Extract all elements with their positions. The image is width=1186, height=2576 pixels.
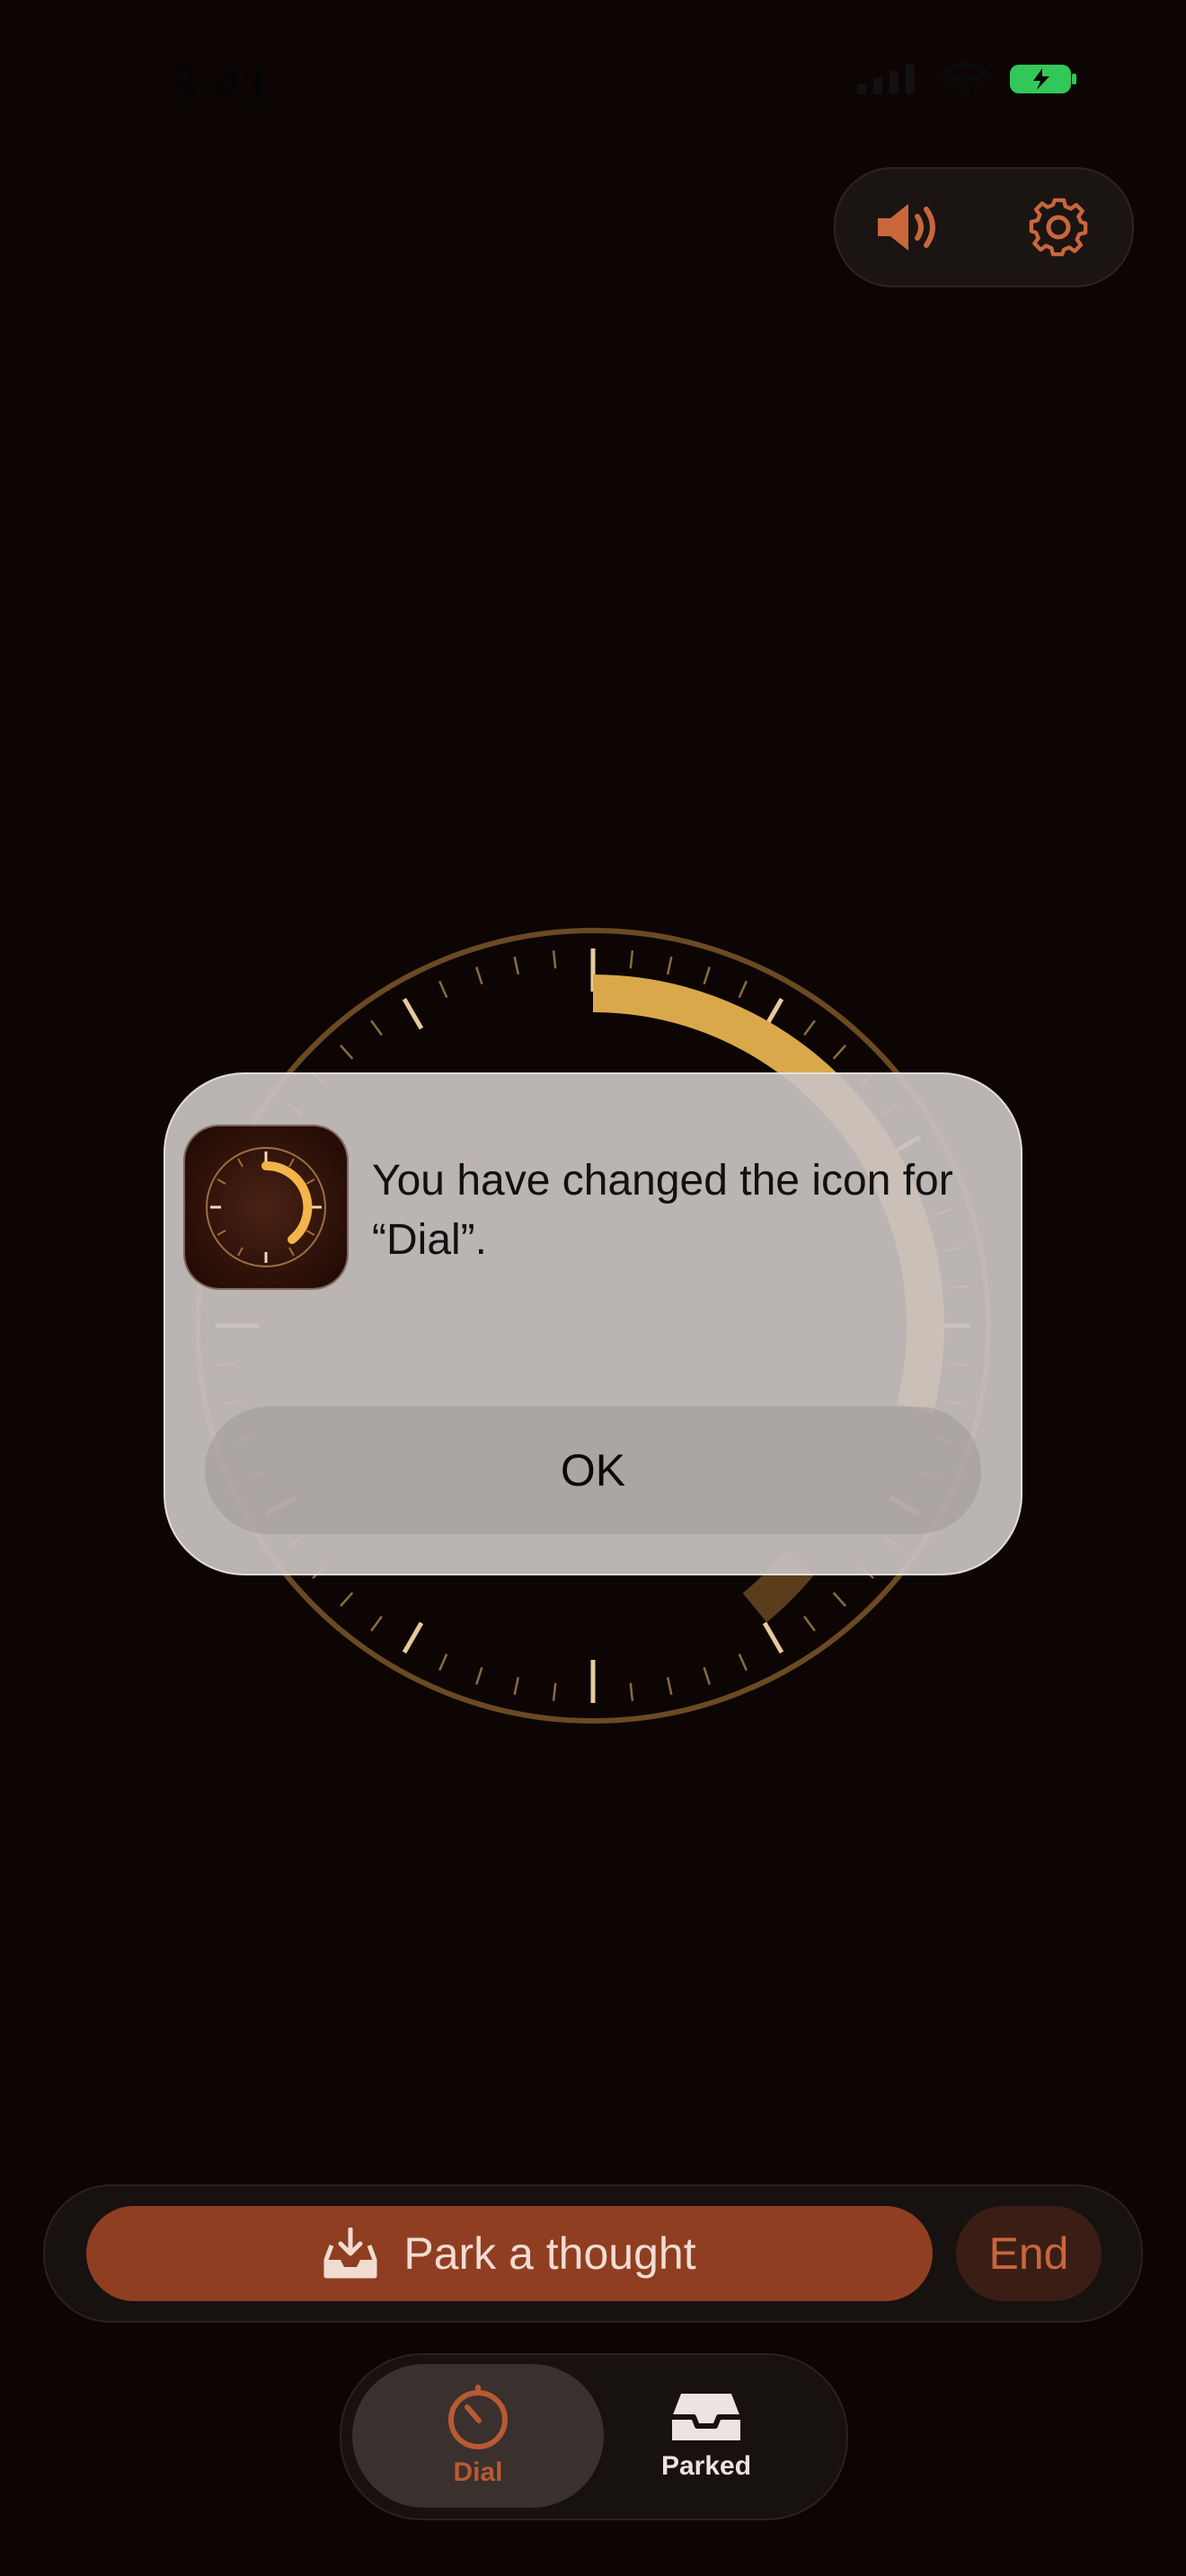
dial-tick xyxy=(803,1019,816,1037)
alert-message: You have changed the icon for “Dial”. xyxy=(372,1157,953,1264)
dial-tick xyxy=(703,966,711,984)
dial-tick xyxy=(513,956,520,975)
dial-tick xyxy=(762,1621,784,1654)
tray-icon xyxy=(672,2394,740,2440)
park-thought-button[interactable]: Park a thought xyxy=(86,2206,933,2301)
dial-tick xyxy=(513,1676,520,1696)
dial-tick xyxy=(832,1045,846,1060)
end-button[interactable]: End xyxy=(956,2206,1102,2301)
dial-tick xyxy=(703,1667,711,1685)
dial-tick xyxy=(340,1045,354,1060)
dial-tick xyxy=(402,998,424,1030)
dial-tick xyxy=(438,1653,448,1672)
tab-parked-label: Parked xyxy=(660,2451,752,2481)
dial-tick xyxy=(340,1592,354,1607)
park-thought-label: Park a thought xyxy=(403,2228,696,2279)
dial-tick xyxy=(552,1682,557,1701)
tab-parked[interactable]: Parked xyxy=(580,2364,832,2508)
dial-tick xyxy=(475,966,483,984)
dial-tick xyxy=(438,980,448,999)
tab-dial-label: Dial xyxy=(453,2457,503,2487)
dial-tick xyxy=(552,950,557,969)
dial-tick xyxy=(475,1667,483,1685)
dial-tick xyxy=(666,1676,673,1696)
timer-icon xyxy=(448,2385,508,2449)
dial-tick xyxy=(738,980,748,999)
dial-app-icon xyxy=(185,1126,347,1288)
tab-bar: Dial Parked xyxy=(340,2353,848,2520)
dial-tick xyxy=(832,1592,846,1607)
dial-tick xyxy=(738,1653,748,1672)
dial-tick xyxy=(803,1615,816,1632)
action-bar: Park a thought End xyxy=(43,2184,1143,2323)
tray-download-icon xyxy=(323,2228,377,2279)
dial-tick xyxy=(402,1621,424,1654)
ok-button[interactable]: OK xyxy=(205,1407,981,1534)
end-label: End xyxy=(988,2228,1069,2279)
dial-tick xyxy=(370,1615,383,1632)
dial-tick xyxy=(629,1682,634,1701)
dial-tick xyxy=(370,1019,383,1037)
dial-tick xyxy=(666,956,673,975)
alert-dialog: You have changed the icon for “Dial”. OK xyxy=(164,1072,1022,1575)
dial-tick xyxy=(629,950,634,969)
tab-dial[interactable]: Dial xyxy=(352,2364,604,2508)
